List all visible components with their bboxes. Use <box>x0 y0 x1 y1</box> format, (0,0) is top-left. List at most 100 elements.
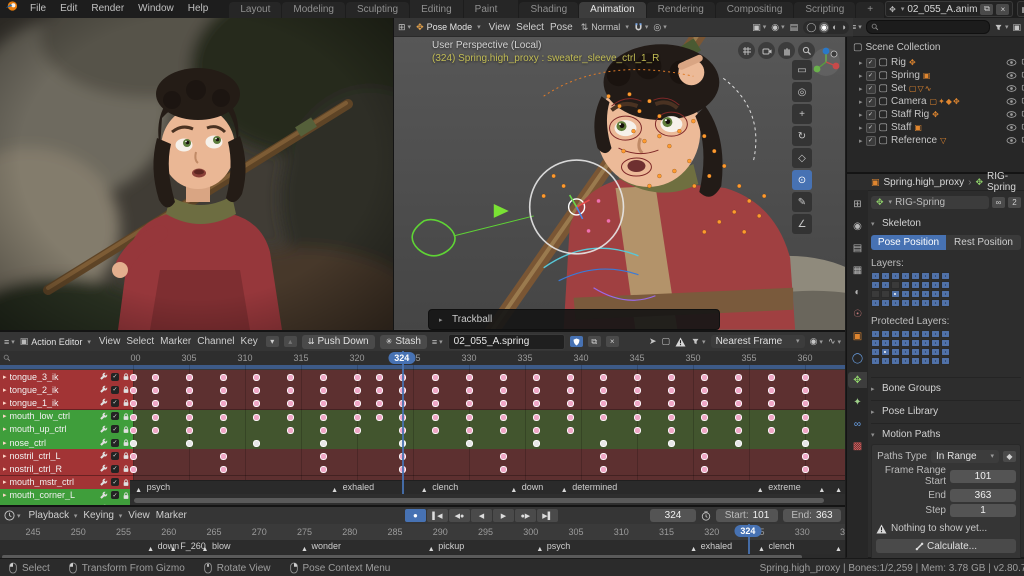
timeline-menu-view[interactable]: View <box>125 510 153 521</box>
layer-toggle[interactable] <box>911 299 920 307</box>
keyframe[interactable] <box>533 440 541 447</box>
layer-toggle[interactable] <box>921 357 930 365</box>
snap-dropdown[interactable]: Nearest Frame ▾ <box>710 335 805 348</box>
viewport-3d[interactable]: ⊞ ▾ ✥ Pose Mode ▾ View Select Pose ⇅ Normal ▾… <box>394 18 853 330</box>
filter-icon[interactable]: ▾ <box>691 337 706 346</box>
snap-magnet-icon[interactable]: ▾ <box>634 22 648 32</box>
hide-eye-icon[interactable] <box>1006 84 1017 93</box>
editor-type-icon[interactable]: ⊞ ▾ <box>398 22 411 33</box>
keyframe[interactable] <box>286 426 294 434</box>
expand-icon[interactable]: ▸ <box>3 399 7 407</box>
timeline-menu-playback[interactable]: Playback ▾ <box>26 510 81 521</box>
layer-toggle[interactable] <box>871 348 880 356</box>
outliner-row-camera[interactable]: ▸ ✓ ▢ Camera ▢✦◆✥ <box>847 95 1024 108</box>
keyframe[interactable] <box>219 466 227 474</box>
keyframe[interactable] <box>130 466 137 474</box>
marker-icon[interactable]: ▲ <box>690 546 697 553</box>
checkbox[interactable]: ✓ <box>111 385 119 394</box>
keyframe[interactable] <box>219 413 227 421</box>
layer-toggle[interactable] <box>931 299 940 307</box>
checkbox[interactable]: ✓ <box>865 135 876 146</box>
keyframe[interactable] <box>130 426 137 434</box>
camera-render-viewport[interactable] <box>0 0 460 368</box>
breadcrumb-object[interactable]: Spring.high_proxy <box>884 177 965 188</box>
editor-type-icon[interactable]: ▾ <box>4 510 21 521</box>
editor-type-icon[interactable]: ≡ ▾ <box>4 337 15 347</box>
keyframe[interactable] <box>701 413 709 421</box>
checkbox[interactable]: ✓ <box>111 372 119 381</box>
keyframe[interactable] <box>802 440 809 447</box>
layer-toggle[interactable] <box>881 357 890 365</box>
push-down-button[interactable]: ⇊ Push Down <box>301 334 375 349</box>
keyframe[interactable] <box>600 387 608 395</box>
keyframe[interactable] <box>354 374 361 381</box>
keyframe[interactable] <box>286 413 294 421</box>
keyframe[interactable] <box>499 426 507 434</box>
layer-toggle[interactable] <box>891 281 900 289</box>
keyframe[interactable] <box>734 400 742 408</box>
play-reverse-button[interactable]: ◀ <box>470 509 492 522</box>
timeline-menu-keying[interactable]: Keying ▾ <box>80 510 125 521</box>
keyframe[interactable] <box>320 400 328 408</box>
proportional-edit-icon[interactable]: ◎ ▾ <box>653 22 666 33</box>
layer-toggle[interactable] <box>871 357 880 365</box>
marker-icon[interactable]: ▲ <box>421 487 428 494</box>
keyframe[interactable] <box>600 374 608 381</box>
expand-icon[interactable]: ▸ <box>3 491 7 499</box>
checkbox[interactable]: ✓ <box>111 491 119 500</box>
layer-toggle[interactable] <box>881 339 890 347</box>
keyframe[interactable] <box>186 374 193 381</box>
keyframe[interactable] <box>253 400 261 408</box>
keyframe[interactable] <box>376 387 384 395</box>
gizmo-dropdown-icon[interactable]: ▣ ▾ <box>752 22 766 33</box>
keyframe[interactable] <box>667 440 675 447</box>
properties-tab-tool[interactable]: ⊞ <box>848 196 867 212</box>
keyframe[interactable] <box>253 374 261 381</box>
layer-toggle[interactable] <box>911 339 920 347</box>
keyframe[interactable] <box>320 374 328 381</box>
copy-scene-button[interactable]: ⧉ <box>980 3 994 15</box>
dope-menu-marker[interactable]: Marker <box>157 336 194 347</box>
marker-icon[interactable]: ▲ <box>835 487 842 494</box>
layer-toggle[interactable] <box>871 330 880 338</box>
tab-layout[interactable]: Layout <box>229 2 282 18</box>
keyframe[interactable] <box>600 453 608 461</box>
keyframe[interactable] <box>499 453 507 461</box>
current-frame-line[interactable] <box>401 351 404 494</box>
keyframe[interactable] <box>768 374 776 381</box>
channel-move-down-button[interactable]: ▾ <box>265 336 279 347</box>
panel-motion-paths[interactable]: ▾ Motion Paths <box>871 423 1021 440</box>
keyframe[interactable] <box>130 440 137 447</box>
new-action-copy-icon[interactable]: ⧉ <box>587 336 601 347</box>
layer-toggle[interactable] <box>921 339 930 347</box>
keyframe[interactable] <box>152 400 160 408</box>
field-value[interactable]: 1 <box>950 504 1016 517</box>
marker-icon[interactable]: ▲ <box>757 487 764 494</box>
keyframe-row[interactable] <box>130 462 845 477</box>
layer-toggle[interactable] <box>941 348 950 356</box>
hide-eye-icon[interactable] <box>1006 97 1017 106</box>
keyframe[interactable] <box>734 387 742 395</box>
hide-eye-icon[interactable] <box>1006 71 1017 80</box>
keyframe[interactable] <box>286 387 294 395</box>
layer-toggle[interactable] <box>871 281 880 289</box>
keyframe[interactable] <box>432 374 440 381</box>
keyframe-row[interactable] <box>130 449 845 464</box>
layer-toggle[interactable] <box>891 357 900 365</box>
layer-toggle[interactable] <box>931 281 940 289</box>
keyframe[interactable] <box>432 400 440 408</box>
keyframe[interactable] <box>186 400 193 408</box>
layer-toggle[interactable] <box>941 299 950 307</box>
keyframe[interactable] <box>734 413 742 421</box>
keyframe[interactable] <box>734 440 742 447</box>
shading-wireframe-icon[interactable]: ◯ <box>806 22 816 33</box>
keyframe[interactable] <box>130 453 137 461</box>
tab-modeling[interactable]: Modeling <box>282 2 345 18</box>
marker-icon[interactable]: ▲ <box>536 546 543 553</box>
viewport-menu-select[interactable]: Select <box>513 22 547 33</box>
outliner-options-icon[interactable]: ▣ <box>1012 22 1021 33</box>
keyframe[interactable] <box>320 413 328 421</box>
keyframe[interactable] <box>667 400 675 408</box>
layer-toggle[interactable] <box>931 339 940 347</box>
tool-scale-icon[interactable]: ◇ <box>792 148 812 168</box>
